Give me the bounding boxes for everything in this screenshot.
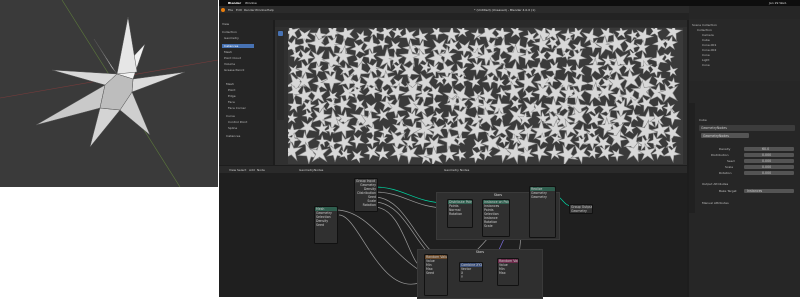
scale-field[interactable]: 0.000 — [744, 165, 794, 169]
group-input-node[interactable]: Group Input Geometry Density Distributio… — [354, 178, 378, 212]
properties-object-name: Cube — [699, 118, 707, 122]
domain-instances[interactable]: Instances — [226, 134, 240, 138]
random-value-node[interactable]: Random Value Value Min Max — [497, 258, 519, 286]
window-title: * (Untitled) (Unsaved) - Blender 4.0.0 (… — [474, 7, 536, 12]
properties-tabs[interactable] — [689, 103, 695, 213]
spreadsheet-header[interactable]: View — [222, 22, 229, 26]
field-label: Rotation — [719, 171, 732, 175]
modifier-header[interactable]: GeometryNodes — [699, 125, 795, 131]
left-item-mesh[interactable]: Mesh — [224, 50, 232, 54]
window-menu[interactable]: Window — [245, 1, 257, 5]
left-item-instances[interactable]: Instances — [222, 44, 254, 48]
bake-target-label: Bake Target — [719, 189, 737, 193]
domain-curve[interactable]: Curve — [226, 114, 235, 118]
node-menu-select[interactable]: Select — [237, 168, 246, 172]
right-panel: Scene Collection Collection Camera Cube … — [689, 6, 800, 297]
3d-viewport[interactable] — [275, 20, 687, 165]
outliner: Scene Collection Collection Camera Cube … — [689, 19, 800, 81]
instance-on-points-node[interactable]: Instance on Points Instances Points Sele… — [482, 199, 510, 237]
node-group-name[interactable]: GeometryNodes — [299, 168, 323, 172]
outliner-item[interactable]: Cone — [702, 53, 710, 57]
rotation-field[interactable]: 0.000 — [744, 171, 794, 175]
distribution-field[interactable]: 0.000 — [744, 153, 794, 157]
density-field[interactable]: 60.0 — [744, 147, 794, 151]
node-menu-add[interactable]: Add — [249, 168, 255, 172]
viewport-header — [275, 20, 687, 27]
domain-spline[interactable]: Spline — [228, 126, 237, 130]
realize-instances-node[interactable]: Realize Geometry Geometry — [529, 186, 556, 238]
menu-file[interactable]: File — [228, 8, 233, 12]
domain-mesh[interactable]: Mesh — [226, 82, 234, 86]
node-menu-view[interactable]: View — [229, 168, 236, 172]
combine-xyz-node[interactable]: Combine XYZ Vector X Y — [459, 262, 483, 282]
left-item-collection[interactable]: Collection — [222, 30, 237, 34]
outliner-item[interactable]: Cone.001 — [702, 43, 716, 47]
outliner-item[interactable]: Cone — [702, 63, 710, 67]
distribute-points-node[interactable]: Distribute Points Points Normal Rotation — [447, 199, 473, 228]
blender-window: Blender Window Jan 29 Wed. File Edit Ren… — [219, 0, 800, 299]
outliner-item[interactable]: Cone.002 — [702, 48, 716, 52]
output-attributes-panel[interactable]: Output Attributes — [702, 182, 728, 186]
domain-face[interactable]: Face — [228, 100, 235, 104]
domain-face-corner[interactable]: Face Corner — [228, 106, 246, 110]
outliner-item[interactable]: Collection — [697, 28, 712, 32]
outliner-root[interactable]: Scene Collection — [692, 23, 717, 27]
mesh-primitive-node[interactable]: Mesh Geometry Selection Density Seed — [314, 206, 338, 244]
left-item-volume[interactable]: Volume — [224, 62, 235, 66]
menu-help[interactable]: Help — [267, 8, 274, 12]
random-value-node[interactable]: Random Value Value Min Max Seed — [424, 254, 448, 296]
left-item-geometry[interactable]: Geometry — [224, 36, 239, 40]
outliner-item[interactable]: Cube — [702, 38, 710, 42]
outliner-item[interactable]: Camera — [702, 33, 714, 37]
field-label: Seed — [727, 159, 735, 163]
node-group-selector[interactable]: GeometryNodes — [701, 133, 749, 138]
node-tree-pin: Geometry Nodes — [444, 167, 470, 172]
field-label: Distribution — [711, 153, 729, 157]
seed-field[interactable]: 0.000 — [744, 159, 794, 163]
geometry-node-editor[interactable]: View Select Add Node GeometryNodes Geome… — [219, 166, 687, 299]
spreadsheet-panel: View Collection Geometry Instances Mesh … — [219, 20, 273, 165]
menu-render[interactable]: Render — [244, 8, 255, 12]
menu-edit[interactable]: Edit — [236, 8, 242, 12]
select-tool-icon[interactable] — [278, 31, 283, 36]
instanced-stars — [288, 28, 683, 164]
bake-target-field[interactable]: Instances — [744, 189, 794, 193]
node-group-name: GeometryNodes — [703, 133, 729, 138]
app-menu[interactable]: Blender — [228, 1, 241, 5]
domain-edge[interactable]: Edge — [228, 94, 236, 98]
domain-point[interactable]: Point — [228, 88, 235, 92]
outliner-item[interactable]: Light — [702, 58, 710, 62]
menu-window[interactable]: Window — [255, 8, 267, 12]
left-item-point-cloud[interactable]: Point Cloud — [224, 56, 241, 60]
star-mesh-preview — [0, 0, 219, 188]
group-output-node[interactable]: Group Output Geometry — [569, 204, 593, 214]
domain-control-point[interactable]: Control Point — [228, 120, 247, 124]
blender-logo-icon[interactable] — [221, 7, 225, 12]
field-label: Scale — [725, 165, 734, 169]
clock: Jan 29 Wed. — [769, 1, 787, 5]
modifier-name: GeometryNodes — [701, 126, 727, 130]
node-menu-node[interactable]: Node — [257, 168, 265, 172]
manual-attributes-panel[interactable]: Manual Attributes — [702, 201, 729, 205]
object-preview — [0, 0, 219, 188]
left-item-grease-pencil[interactable]: Grease Pencil — [224, 68, 244, 72]
node-editor-header: View Select Add Node GeometryNodes Geome… — [219, 166, 687, 173]
field-label: Density — [719, 147, 731, 151]
tool-shelf[interactable] — [277, 30, 284, 120]
